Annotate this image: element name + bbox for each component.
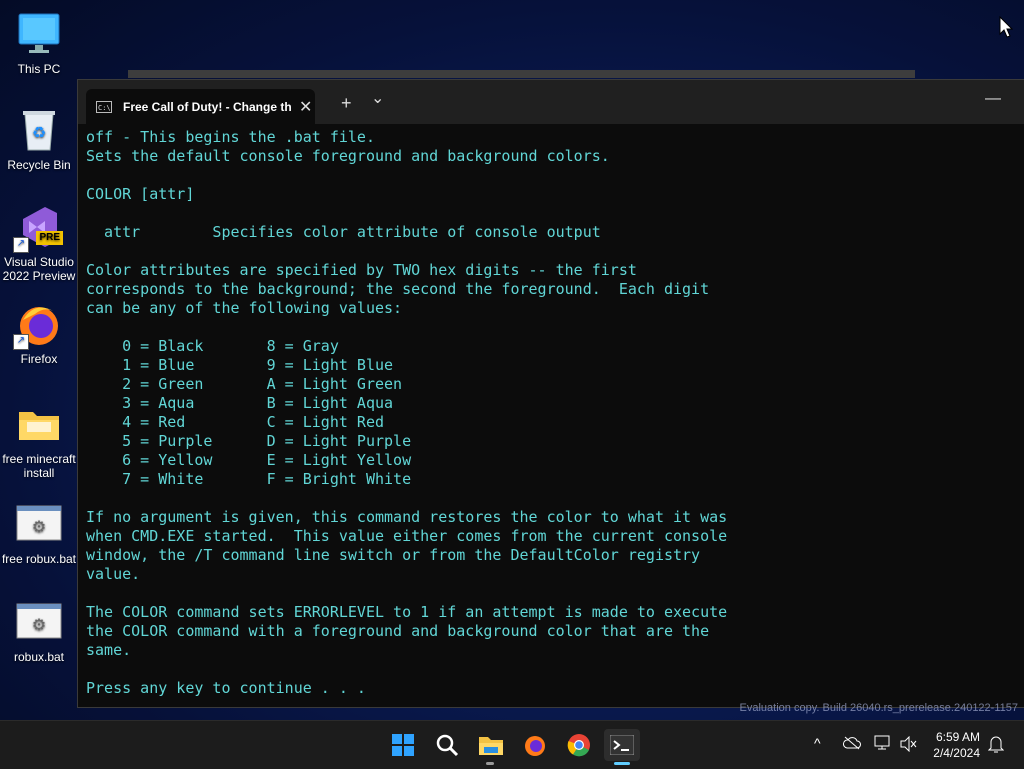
clock-date: 2/4/2024: [933, 746, 980, 760]
batch-file-icon: ⚙: [15, 500, 63, 548]
preview-badge: PRE: [36, 231, 63, 245]
active-indicator: [614, 762, 630, 765]
taskbar: ^ 6:59 AM 2/4/2024: [0, 720, 1024, 769]
terminal-icon[interactable]: [604, 729, 640, 761]
desktop-icon-this-pc[interactable]: This PC: [0, 10, 78, 76]
shortcut-arrow-icon: ↗: [13, 334, 29, 350]
console-line: 0 = Black 8 = Gray: [86, 337, 339, 355]
desktop-icon-label: This PC: [17, 62, 61, 76]
svg-text:♻: ♻: [32, 125, 46, 142]
cmd-icon: C:\: [96, 100, 112, 113]
new-tab-button[interactable]: +: [341, 94, 352, 112]
show-hidden-icons-chevron[interactable]: ^: [814, 735, 821, 751]
tab-title: Free Call of Duty! - Change th: [123, 99, 292, 114]
desktop-icon-free-minecraft[interactable]: free minecraft install: [0, 400, 78, 480]
background-window-edge: [128, 70, 915, 78]
firefox-icon[interactable]: [519, 729, 551, 761]
clock-time: 6:59 AM: [935, 730, 980, 744]
desktop-icon-label: free robux.bat: [1, 552, 77, 566]
firefox-icon: ↗: [13, 300, 63, 350]
mouse-cursor-icon: [999, 15, 1014, 43]
close-tab-icon[interactable]: ✕: [299, 97, 312, 117]
desktop-icon-firefox[interactable]: ↗ Firefox: [0, 300, 78, 366]
folder-icon: [15, 400, 63, 448]
console-output[interactable]: off - This begins the .bat file. Sets the…: [86, 128, 1024, 707]
evaluation-watermark: Evaluation copy. Build 26040.rs_prerelea…: [739, 702, 1018, 714]
system-clock[interactable]: 6:59 AM 2/4/2024: [933, 729, 980, 761]
console-line: 7 = White F = Bright White: [86, 470, 412, 488]
console-line: corresponds to the background; the secon…: [86, 280, 710, 298]
running-indicator: [486, 762, 494, 765]
cloud-offline-icon[interactable]: [843, 736, 861, 753]
terminal-titlebar[interactable]: C:\ Free Call of Duty! - Change th ✕ + ⌄…: [78, 80, 1024, 124]
console-line: 5 = Purple D = Light Purple: [86, 432, 412, 450]
console-line: 1 = Blue 9 = Light Blue: [86, 356, 394, 374]
console-line: 3 = Aqua B = Light Aqua: [86, 394, 394, 412]
recycle-bin-icon: ♻: [15, 106, 63, 154]
console-line: the COLOR command with a foreground and …: [86, 622, 710, 640]
console-line: COLOR [attr]: [86, 185, 195, 203]
minimize-button[interactable]: —: [985, 90, 1001, 108]
file-explorer-icon[interactable]: [475, 729, 507, 761]
console-line: off - This begins the .bat file.: [86, 128, 375, 146]
console-line: attr Specifies color attribute of consol…: [86, 223, 601, 241]
desktop-icon-label: Visual Studio 2022 Preview: [2, 255, 76, 283]
shortcut-arrow-icon: ↗: [13, 237, 29, 253]
console-line: Press any key to continue . . .: [86, 679, 366, 697]
monitor-icon: [15, 10, 63, 58]
network-icon[interactable]: [874, 735, 892, 754]
console-line: value.: [86, 565, 141, 583]
desktop-icon-visual-studio[interactable]: PRE ↗ Visual Studio 2022 Preview: [0, 203, 78, 283]
desktop-icon-label: robux.bat: [13, 650, 65, 664]
console-line: same.: [86, 641, 132, 659]
search-icon[interactable]: [431, 729, 463, 761]
desktop-icon-label: free minecraft install: [2, 452, 76, 480]
console-line: Color attributes are specified by TWO he…: [86, 261, 637, 279]
desktop-icon-label: Recycle Bin: [7, 158, 71, 172]
console-line: The COLOR command sets ERRORLEVEL to 1 i…: [86, 603, 728, 621]
batch-file-icon: ⚙: [15, 598, 63, 646]
desktop-icon-free-robux-bat[interactable]: ⚙ free robux.bat: [0, 500, 78, 566]
desktop-icon-robux-bat[interactable]: ⚙ robux.bat: [0, 598, 78, 664]
visual-studio-icon: PRE ↗: [13, 203, 63, 253]
console-line: If no argument is given, this command re…: [86, 508, 728, 526]
console-line: Sets the default console foreground and …: [86, 147, 610, 165]
windows-start-icon[interactable]: [387, 729, 419, 761]
console-line: when CMD.EXE started. This value either …: [86, 527, 728, 545]
console-line: can be any of the following values:: [86, 299, 403, 317]
chrome-icon[interactable]: [563, 729, 595, 761]
volume-muted-icon[interactable]: [900, 735, 918, 755]
terminal-tab[interactable]: C:\ Free Call of Duty! - Change th ✕: [86, 89, 315, 124]
console-line: 6 = Yellow E = Light Yellow: [86, 451, 412, 469]
svg-text:⚙: ⚙: [32, 617, 46, 634]
tab-dropdown-icon[interactable]: ⌄: [371, 90, 384, 108]
notification-bell-icon[interactable]: [987, 735, 1005, 756]
terminal-window[interactable]: C:\ Free Call of Duty! - Change th ✕ + ⌄…: [77, 79, 1024, 708]
console-line: 4 = Red C = Light Red: [86, 413, 385, 431]
desktop-icon-recycle-bin[interactable]: ♻ Recycle Bin: [0, 106, 78, 172]
console-line: window, the /T command line switch or fr…: [86, 546, 701, 564]
svg-text:⚙: ⚙: [32, 519, 46, 536]
console-line: 2 = Green A = Light Green: [86, 375, 403, 393]
desktop-icon-label: Firefox: [20, 352, 58, 366]
